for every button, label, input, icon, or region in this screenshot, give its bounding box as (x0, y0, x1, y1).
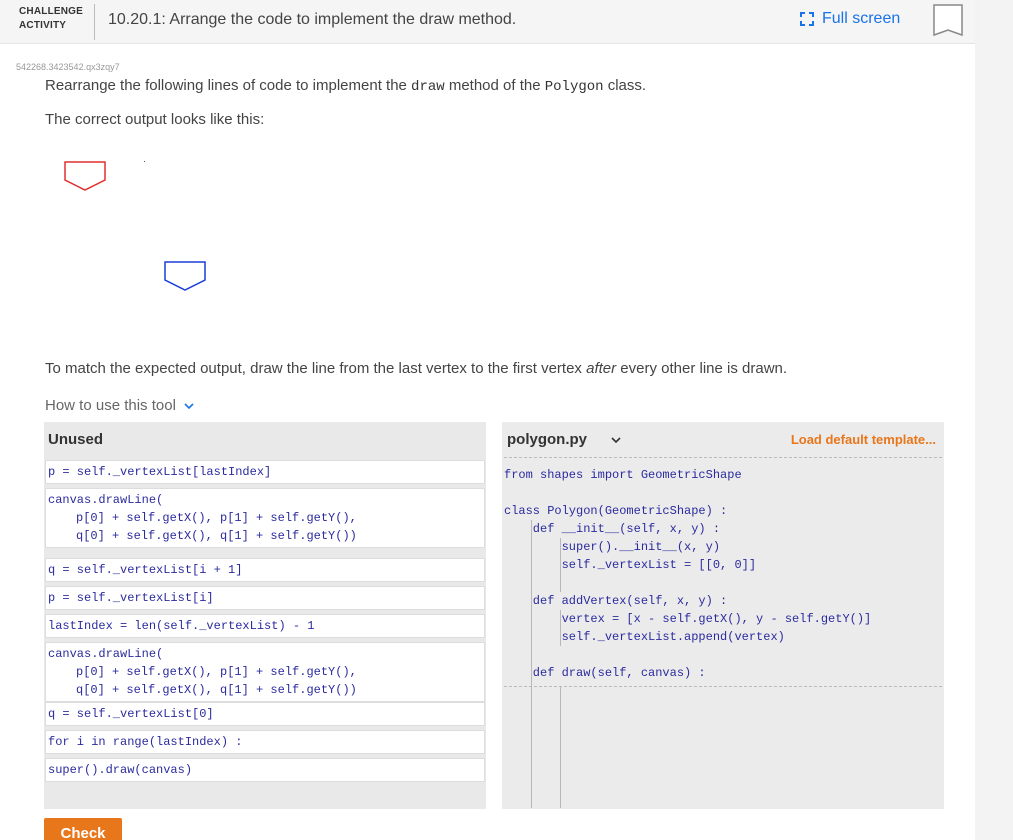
how-to-use-toggle[interactable]: How to use this tool (45, 397, 194, 414)
blue-polygon (164, 261, 206, 291)
hint-prefix: To match the expected output, draw the l… (45, 360, 587, 377)
output-label: The correct output looks like this: (45, 111, 265, 128)
activity-title: 10.20.1: Arrange the code to implement t… (108, 11, 517, 28)
code-block[interactable]: for i in range(lastIndex) : (45, 730, 485, 754)
code-block-line: p[0] + self.getX(), p[1] + self.getY(), (76, 665, 357, 679)
page: CHALLENGE ACTIVITY 10.20.1: Arrange the … (0, 0, 975, 840)
code-line: def draw(self, canvas) : (504, 666, 706, 680)
code-block-line: p[0] + self.getX(), p[1] + self.getY(), (76, 511, 357, 525)
activity-header: CHALLENGE ACTIVITY 10.20.1: Arrange the … (0, 0, 975, 44)
code-block-line: p = self._vertexList[lastIndex] (48, 465, 272, 479)
drop-zone-divider (504, 686, 942, 687)
code-block[interactable]: q = self._vertexList[0] (45, 702, 485, 726)
fullscreen-icon (800, 12, 814, 26)
chevron-down-icon (611, 436, 621, 443)
code-block[interactable]: q = self._vertexList[i + 1] (45, 558, 485, 582)
instructions: Rearrange the following lines of code to… (45, 77, 646, 95)
code-block-line: p = self._vertexList[i] (48, 591, 214, 605)
load-default-template-link[interactable]: Load default template... (791, 432, 936, 447)
code-block[interactable]: canvas.drawLine( p[0] + self.getX(), p[1]… (45, 488, 485, 548)
code-block[interactable]: lastIndex = len(self._vertexList) - 1 (45, 614, 485, 638)
code-block-line: q = self._vertexList[i + 1] (48, 563, 243, 577)
full-screen-button[interactable]: Full screen (800, 10, 900, 28)
red-polygon (64, 161, 106, 191)
scrollbar-gutter (975, 0, 1013, 840)
code-block-line: q = self._vertexList[0] (48, 707, 214, 721)
code-pane: polygon.py Load default template... from… (502, 422, 944, 809)
code-pane-header: polygon.py Load default template... (504, 422, 942, 458)
code-block-line: q[0] + self.getX(), q[1] + self.getY()) (76, 683, 357, 697)
indent-guide (560, 538, 561, 592)
code-block-line: canvas.drawLine( (48, 647, 164, 661)
badge-line-1: CHALLENGE (19, 6, 84, 17)
activity-id: 542268.3423542.qx3zqy7 (16, 62, 120, 72)
how-to-use-label: How to use this tool (45, 397, 176, 414)
expected-output-canvas (64, 161, 206, 291)
badge-line-2: ACTIVITY (19, 20, 67, 31)
hint-text: To match the expected output, draw the l… (45, 360, 787, 377)
code-block-line: canvas.drawLine( (48, 493, 164, 507)
code-block-line: super().draw(canvas) (48, 763, 193, 777)
code-block-line: q[0] + self.getX(), q[1] + self.getY()) (76, 529, 357, 543)
instructions-text: class. (603, 77, 647, 94)
indent-guide (560, 610, 561, 646)
code-line: def addVertex(self, x, y) : (504, 594, 728, 608)
code-line: from shapes import GeometricShape (504, 468, 742, 482)
file-select-dropdown[interactable]: polygon.py (507, 431, 621, 448)
hint-emphasis: after (586, 360, 617, 377)
challenge-activity-badge: CHALLENGE ACTIVITY (10, 4, 95, 40)
indent-guide (560, 686, 561, 808)
instructions-text: Rearrange the following lines of code to… (45, 77, 412, 94)
code-block[interactable]: super().draw(canvas) (45, 758, 485, 782)
check-button[interactable]: Check (44, 818, 122, 840)
code-block-line: lastIndex = len(self._vertexList) - 1 (48, 619, 315, 633)
full-screen-label: Full screen (822, 10, 901, 27)
code-draw: draw (411, 79, 445, 95)
file-name: polygon.py (507, 431, 587, 448)
indent-guide (531, 520, 532, 808)
instructions-text: method of the (444, 77, 545, 94)
code-line: class Polygon(GeometricShape) : (504, 504, 728, 518)
code-line: def __init__(self, x, y) : (504, 522, 721, 536)
unused-pane-title: Unused (48, 431, 104, 448)
hint-suffix: every other line is drawn. (616, 360, 788, 377)
code-block[interactable]: canvas.drawLine( p[0] + self.getX(), p[1]… (45, 642, 485, 702)
code-block[interactable]: p = self._vertexList[lastIndex] (45, 460, 485, 484)
chevron-down-icon (184, 402, 194, 409)
code-block[interactable]: p = self._vertexList[i] (45, 586, 485, 610)
code-block-line: for i in range(lastIndex) : (48, 735, 243, 749)
canvas-dot (144, 161, 145, 162)
code-polygon: Polygon (544, 79, 604, 95)
unused-pane: Unused p = self._vertexList[lastIndex]ca… (44, 422, 486, 809)
bookmark-icon[interactable] (932, 3, 964, 39)
